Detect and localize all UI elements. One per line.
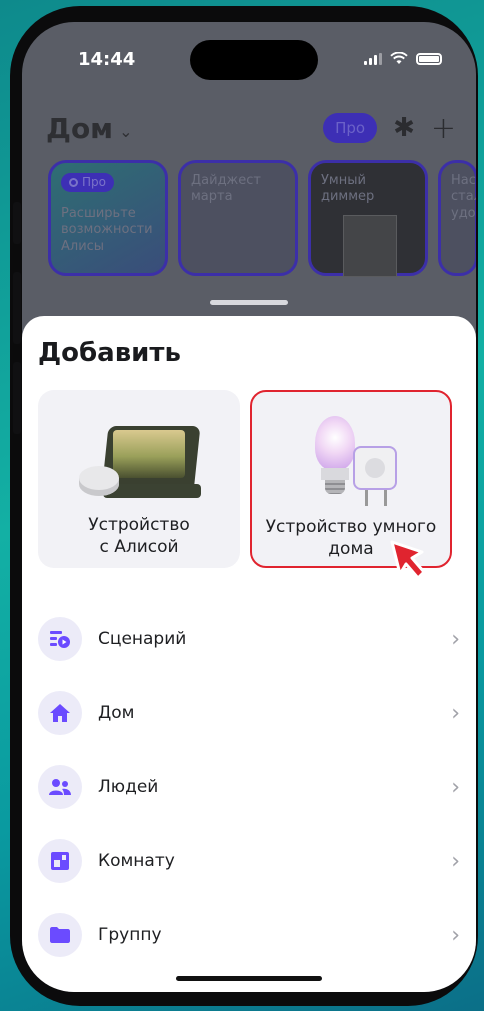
- side-button: [13, 202, 21, 244]
- people-icon: [38, 765, 82, 809]
- status-time: 14:44: [78, 49, 136, 70]
- story-card[interactable]: Умный диммер: [308, 160, 428, 277]
- story-text: Нас стал удоб: [451, 173, 476, 221]
- phone-screen: 14:44 Дом ⌄ Про ✱ + Про Расширьте возмож…: [22, 22, 476, 992]
- chevron-down-icon[interactable]: ⌄: [119, 122, 132, 141]
- gear-icon[interactable]: ✱: [393, 113, 415, 143]
- story-card[interactable]: Дайджест марта: [178, 160, 298, 276]
- list-item-home[interactable]: Дом ›: [22, 676, 476, 750]
- signal-icon: [364, 52, 382, 65]
- pro-button[interactable]: Про: [323, 113, 378, 143]
- story-text: Расширьте возможности Алисы: [61, 206, 153, 254]
- side-button: [13, 362, 21, 434]
- side-button: [13, 272, 21, 344]
- wifi-icon: [390, 52, 408, 64]
- story-card[interactable]: Про Расширьте возможности Алисы: [48, 160, 168, 276]
- add-sheet: Добавить Устройство с Алисой Устройство …: [22, 316, 476, 992]
- status-icons: [364, 52, 442, 65]
- dimmer-image: [343, 215, 397, 277]
- folder-icon: [38, 913, 82, 957]
- sheet-title: Добавить: [38, 338, 181, 368]
- card-label: Устройство с Алисой: [88, 515, 190, 558]
- smart-speaker-image: [69, 408, 209, 504]
- list-item-label: Людей: [98, 777, 159, 797]
- pro-badge: Про: [61, 173, 114, 192]
- list-item-label: Дом: [98, 703, 135, 723]
- cursor-arrow-icon: [390, 540, 426, 580]
- home-indicator[interactable]: [176, 976, 322, 981]
- home-title[interactable]: Дом: [46, 112, 113, 145]
- chevron-right-icon: ›: [451, 700, 460, 726]
- chevron-right-icon: ›: [451, 626, 460, 652]
- scenario-icon: [38, 617, 82, 661]
- stories-row: Про Расширьте возможности Алисы Дайджест…: [48, 160, 476, 277]
- chevron-right-icon: ›: [451, 848, 460, 874]
- room-icon: [38, 839, 82, 883]
- story-text: Умный диммер: [321, 173, 375, 205]
- chevron-right-icon: ›: [451, 774, 460, 800]
- sheet-handle[interactable]: [210, 300, 288, 305]
- chevron-right-icon: ›: [451, 922, 460, 948]
- add-icon[interactable]: +: [431, 111, 456, 146]
- add-options-list: Сценарий › Дом › Людей › Комнату › Групп…: [22, 602, 476, 972]
- home-header: Дом ⌄ Про ✱ +: [46, 106, 456, 150]
- list-item-people[interactable]: Людей ›: [22, 750, 476, 824]
- home-icon: [38, 691, 82, 735]
- list-item-label: Сценарий: [98, 629, 187, 649]
- list-item-room[interactable]: Комнату ›: [22, 824, 476, 898]
- alice-device-card[interactable]: Устройство с Алисой: [38, 390, 240, 568]
- list-item-label: Комнату: [98, 851, 175, 871]
- list-item-group[interactable]: Группу ›: [22, 898, 476, 972]
- story-card[interactable]: Нас стал удоб: [438, 160, 476, 276]
- list-item-scenario[interactable]: Сценарий ›: [22, 602, 476, 676]
- smart-bulb-image: [281, 410, 421, 506]
- list-item-label: Группу: [98, 925, 162, 945]
- story-text: Дайджест марта: [191, 173, 261, 205]
- dynamic-island: [190, 40, 318, 80]
- battery-icon: [416, 52, 442, 65]
